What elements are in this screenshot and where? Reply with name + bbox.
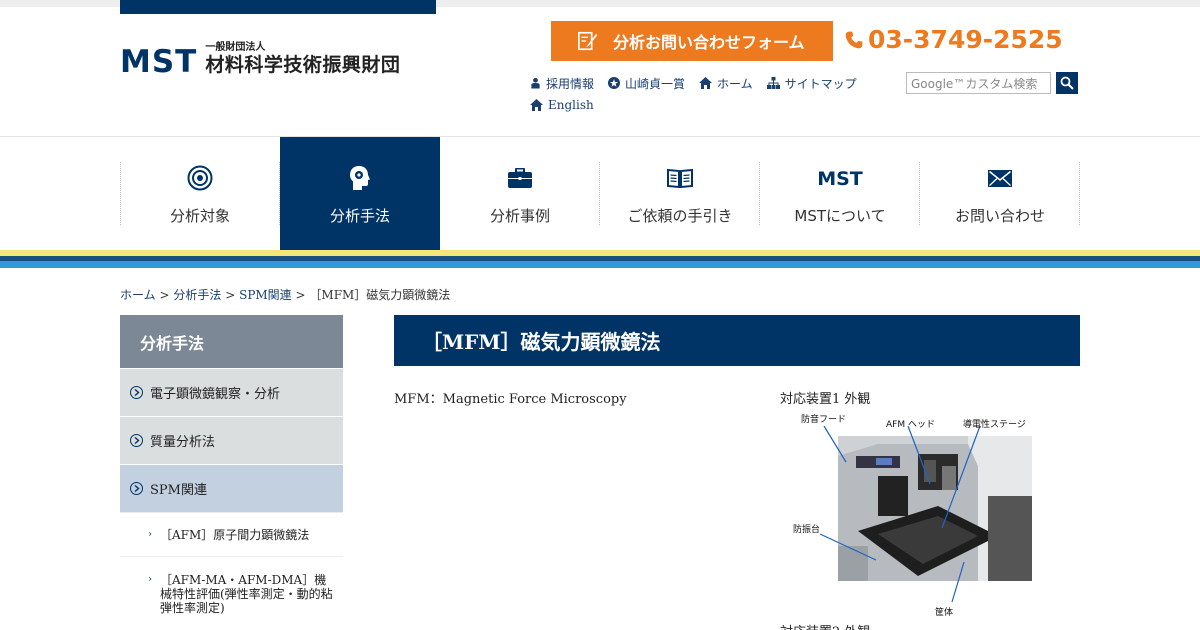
phone-icon <box>845 31 863 48</box>
logo-main-text: 材料科学技術振興財団 <box>205 54 401 76</box>
sidebar-subitem-afm-ma[interactable]: › ［AFM-MA・AFM-DMA］機械特性評価(弾性率測定・動的粘弾性率測定) <box>120 556 343 625</box>
contact-form-button[interactable]: 分析お問い合わせフォーム <box>551 21 833 61</box>
search-icon <box>1060 76 1074 90</box>
gnav-analysis-cases[interactable]: 分析事例 <box>440 137 600 250</box>
chevron-right-icon: › <box>148 574 152 585</box>
chevron-right-circle-icon <box>130 482 143 495</box>
search-input[interactable]: Google™カスタム検索 <box>906 72 1051 94</box>
sidebar-title: 分析手法 <box>120 315 343 368</box>
gnav-about-mst[interactable]: MST MSTについて <box>760 137 920 250</box>
util-link-recruit[interactable]: 採用情報 <box>530 75 594 92</box>
page-title: ［MFM］磁気力顕微鏡法 <box>394 315 1080 366</box>
chevron-right-icon: › <box>148 529 152 540</box>
label-case: 筐体 <box>935 608 954 618</box>
mail-icon <box>988 169 1012 187</box>
util-link-award[interactable]: 山崎貞一賞 <box>608 75 685 92</box>
label-hood: 防音フード <box>801 415 847 425</box>
briefcase-icon <box>508 168 532 188</box>
breadcrumb-separator: > <box>295 288 306 302</box>
sidebar-item-mass-spectrometry[interactable]: 質量分析法 <box>120 416 343 464</box>
gnav-analysis-target[interactable]: 分析対象 <box>120 137 280 250</box>
person-icon <box>531 77 540 89</box>
breadcrumb: ホーム > 分析手法 > SPM関連 > ［MFM］磁気力顕微鏡法 <box>120 286 450 303</box>
util-link-english[interactable]: English <box>530 98 594 112</box>
stripe-blue <box>0 261 1200 268</box>
phone-text: 03-3749-2525 <box>868 25 1063 54</box>
figure-annotations <box>819 425 981 603</box>
head-gear-icon <box>350 166 370 190</box>
breadcrumb-separator: > <box>159 288 170 302</box>
sidebar-item-electron-microscopy[interactable]: 電子顕微鏡観察・分析 <box>120 368 343 416</box>
mst-logo-icon: MST <box>817 169 863 187</box>
util-link-home[interactable]: ホーム <box>699 75 753 92</box>
breadcrumb-current: ［MFM］磁気力顕微鏡法 <box>309 288 451 302</box>
chevron-right-circle-icon <box>130 386 143 399</box>
sitemap-icon <box>766 77 780 89</box>
sidebar-item-spm[interactable]: SPM関連 <box>120 464 343 512</box>
breadcrumb-separator: > <box>225 288 236 302</box>
label-afm-head: AFM ヘッド <box>886 420 935 430</box>
breadcrumb-spm[interactable]: SPM関連 <box>239 288 292 302</box>
home-icon <box>699 77 713 89</box>
figure-caption-1: 対応装置1 外観 <box>780 392 871 407</box>
label-stage: 導電性ステージ <box>963 420 1026 430</box>
utility-nav: 採用情報 山崎貞一賞 ホーム サイトマップ English <box>530 75 890 119</box>
method-description: MFM：Magnetic Force Microscopy <box>394 392 627 407</box>
sidebar: 分析手法 電子顕微鏡観察・分析 質量分析法 SPM関連 › ［AFM］原子間力顕… <box>120 315 343 625</box>
gnav-analysis-method[interactable]: 分析手法 <box>280 137 440 250</box>
util-link-sitemap[interactable]: サイトマップ <box>766 75 857 92</box>
search-button[interactable] <box>1056 72 1078 94</box>
target-icon <box>187 165 213 191</box>
gnav-contact[interactable]: お問い合わせ <box>920 137 1080 250</box>
site-logo[interactable]: MST 一般財団法人 材料科学技術振興財団 <box>120 42 401 80</box>
figure-caption-2: 対応装置2 外観 <box>780 621 870 630</box>
contact-form-label: 分析お問い合わせフォーム <box>613 33 805 52</box>
breadcrumb-home[interactable]: ホーム <box>120 288 156 302</box>
svg-text:MST: MST <box>817 169 863 187</box>
phone-number[interactable]: 03-3749-2525 <box>844 25 1063 54</box>
top-bar-accent <box>120 0 436 14</box>
home-icon <box>530 99 543 111</box>
chevron-right-circle-icon <box>130 434 143 447</box>
global-nav: 分析対象 分析手法 分析事例 ご依頼の手引き MST MSTについて お問い合わ… <box>120 137 1080 250</box>
site-search: Google™カスタム検索 <box>906 72 1078 94</box>
label-table: 防振台 <box>793 525 821 535</box>
form-pen-icon <box>578 31 598 51</box>
breadcrumb-analysis-method[interactable]: 分析手法 <box>173 288 221 302</box>
star-circle-icon <box>608 77 621 89</box>
sidebar-subitem-afm[interactable]: › ［AFM］原子間力顕微鏡法 <box>120 512 343 556</box>
gnav-request-guide[interactable]: ご依頼の手引き <box>600 137 760 250</box>
book-icon <box>667 168 693 188</box>
logo-small-text: 一般財団法人 <box>205 42 266 53</box>
logo-mark: MST <box>120 44 198 80</box>
top-bar <box>0 0 1200 14</box>
